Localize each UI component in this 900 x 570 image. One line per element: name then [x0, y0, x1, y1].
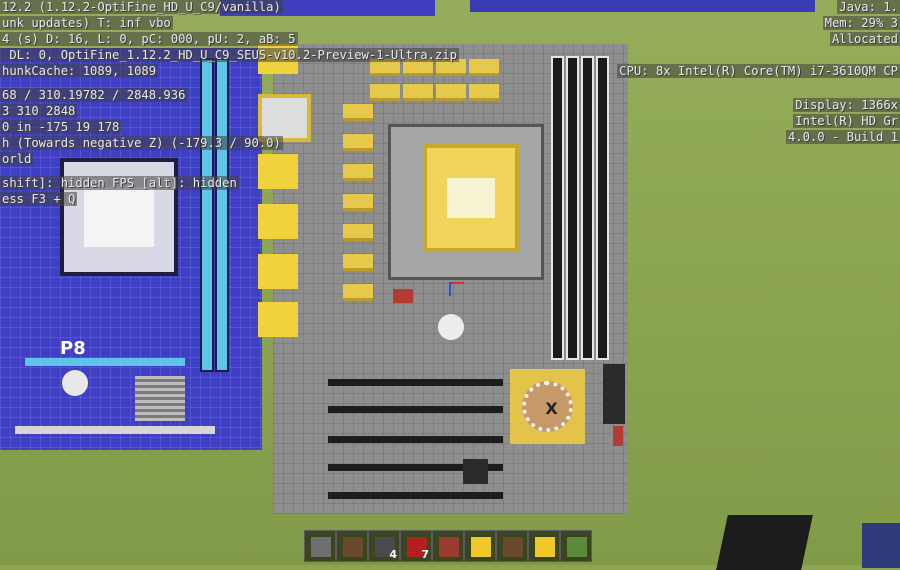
redstone-block [393, 289, 413, 303]
hotbar-slot[interactable]: 4 [368, 530, 400, 562]
power-connector-block [258, 302, 298, 337]
debug-line: 0 in -175 19 178 [0, 120, 122, 134]
grass-block-icon [567, 537, 587, 557]
board-logo: P8 [60, 338, 86, 359]
heatsink-grill [135, 376, 185, 421]
chipset-heatsink: X [510, 369, 585, 444]
hotbar-slot[interactable] [336, 530, 368, 562]
vrm-inductor [469, 59, 499, 76]
vrm-inductor [343, 254, 373, 271]
debug-info-right: Java: 1. Mem: 29% 3 Allocated CPU: 8x In… [617, 0, 900, 146]
pcie-slot [328, 406, 503, 413]
debug-line: h (Towards negative Z) (-179.3 / 90.0) [0, 136, 283, 150]
redstone-repeater-item-icon [439, 537, 459, 557]
ram-slot [581, 56, 594, 360]
gold-block-icon [535, 537, 555, 557]
debug-line: Mem: 29% 3 [822, 16, 900, 30]
capacitor [438, 314, 464, 340]
gold-block-icon [471, 537, 491, 557]
ram-slot [596, 56, 609, 360]
debug-line: hunkCache: 1089, 1089 [0, 64, 159, 78]
debug-line: Allocated [829, 32, 900, 46]
pcie-slot [328, 436, 503, 443]
debug-line: 4.0.0 - Build 1 [785, 130, 900, 144]
redstone-block [613, 426, 623, 446]
debug-line: unk updates) T: inf vbo [0, 16, 173, 30]
wood-log-block-icon [343, 537, 363, 557]
wood-log-block-icon [503, 537, 523, 557]
debug-line: ess F3 + Q [0, 192, 78, 206]
hotbar-slot[interactable]: 7 [400, 530, 432, 562]
power-connector-block [258, 204, 298, 239]
pcie-slot [25, 358, 185, 366]
hotbar: 4 7 [304, 530, 594, 563]
debug-line: Java: 1. [837, 0, 900, 14]
crosshair-x-axis [449, 282, 464, 284]
pcie-slot [328, 379, 503, 386]
vrm-inductor [343, 224, 373, 241]
debug-line: 3 310 2848 [0, 104, 78, 118]
debug-line: 68 / 310.19782 / 2848.936 [0, 88, 188, 102]
debug-line: 4 (s) D: 16, L: 0, pC: 000, pU: 2, aB: 5 [0, 32, 298, 46]
hotbar-slot[interactable] [432, 530, 464, 562]
vrm-inductor [469, 84, 499, 101]
ram-slot [566, 56, 579, 360]
capacitor [62, 370, 88, 396]
power-connector-block [258, 254, 298, 289]
hotbar-slot[interactable] [304, 530, 336, 562]
hotbar-slot[interactable] [560, 530, 592, 562]
item-count: 4 [389, 548, 397, 561]
crosshair-y-axis [449, 282, 451, 296]
hotbar-slot[interactable] [464, 530, 496, 562]
pcie-slot [15, 426, 215, 434]
hotbar-slot[interactable] [528, 530, 560, 562]
blue-block [862, 523, 900, 568]
debug-line: 12.2 (1.12.2-OptiFine_HD_U_C9/vanilla) [0, 0, 283, 14]
chipset-logo: X [545, 399, 558, 418]
ram-slot [551, 56, 564, 360]
debug-info-left: 12.2 (1.12.2-OptiFine_HD_U_C9/vanilla) u… [0, 0, 459, 208]
debug-line: Intel(R) HD Gr [793, 114, 900, 128]
hotbar-slot[interactable] [496, 530, 528, 562]
dark-block [716, 515, 813, 570]
debug-line: orld [0, 152, 34, 166]
debug-line: Display: 1366x [793, 98, 900, 112]
item-count: 7 [421, 548, 429, 561]
debug-line: CPU: 8x Intel(R) Core(TM) i7-3610QM CP [617, 64, 900, 78]
pcie-slot [328, 492, 503, 499]
stone-block-icon [311, 537, 331, 557]
io-chip [603, 364, 625, 424]
io-chip [463, 459, 488, 484]
debug-line: DL: 0, OptiFine_1.12.2_HD_U_C9_SEUS-v10.… [0, 48, 459, 62]
vrm-inductor [343, 284, 373, 301]
chipset-heatsink-ring: X [522, 381, 573, 432]
debug-line: shift]: hidden FPS [alt]: hidden [0, 176, 239, 190]
